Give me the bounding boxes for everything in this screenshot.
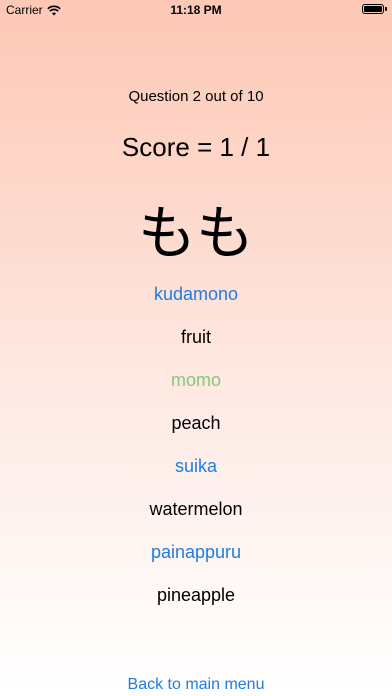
option-romaji-1[interactable]: kudamono — [0, 284, 392, 305]
score-label: Score = 1 / 1 — [121, 132, 271, 162]
option-english-3: watermelon — [149, 499, 243, 519]
back-to-menu-button[interactable]: Back to main menu — [0, 676, 392, 694]
option-english-4: pineapple — [156, 585, 236, 605]
status-bar: Carrier 11:18 PM — [0, 0, 392, 20]
option-romaji-2[interactable]: momo — [0, 370, 392, 391]
option-romaji-4[interactable]: painappuru — [0, 542, 392, 563]
battery-level — [364, 6, 382, 12]
option-english-2: peach — [171, 413, 221, 433]
question-progress: Question 2 out of 10 — [128, 88, 264, 105]
battery-icon — [362, 4, 384, 14]
option-english-1: fruit — [180, 327, 211, 347]
option-romaji-3[interactable]: suika — [0, 456, 392, 477]
kana-prompt: もも — [137, 199, 254, 267]
status-time: 11:18 PM — [170, 3, 222, 17]
battery-tip — [385, 7, 387, 11]
